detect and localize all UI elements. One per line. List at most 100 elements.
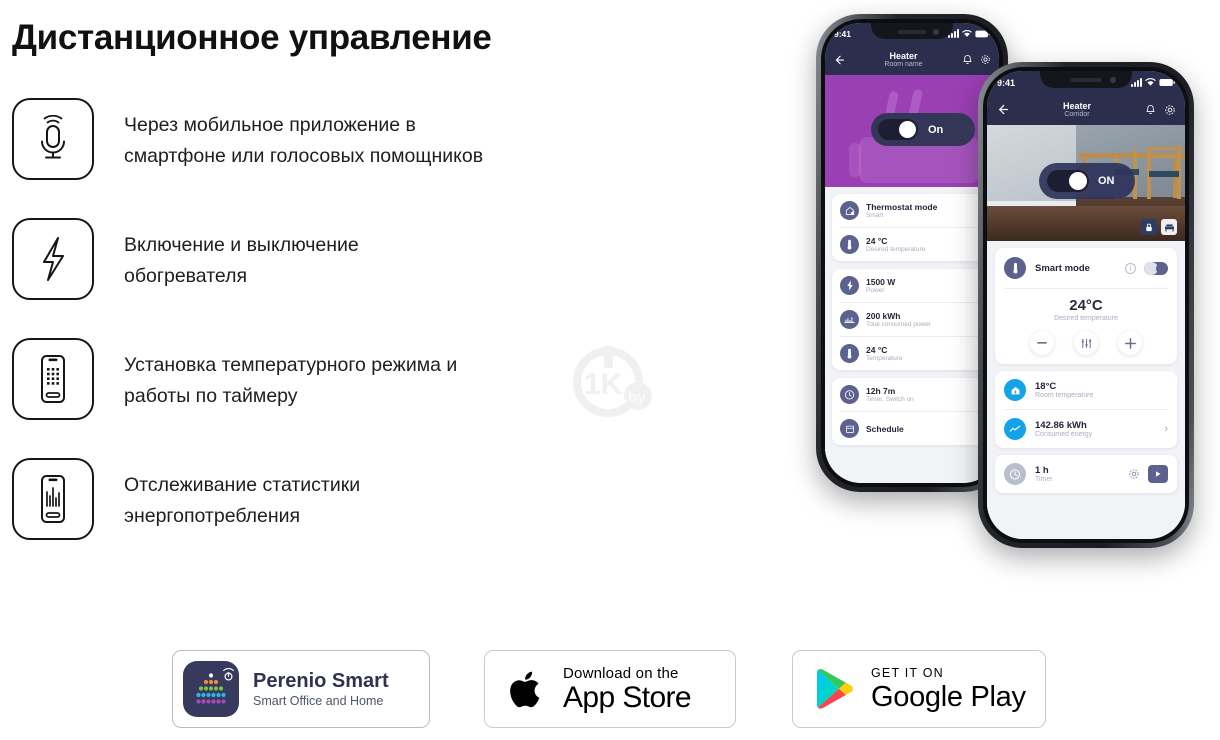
feature-line: смартфоне или голосовых помощников <box>124 145 484 167</box>
perenio-title: Perenio Smart <box>253 669 389 692</box>
row-value: Schedule <box>866 423 904 434</box>
play-icon[interactable] <box>1148 465 1168 483</box>
bell-icon[interactable] <box>1145 104 1156 115</box>
feature-line: Отслеживание статистики <box>124 474 361 496</box>
microphone-icon <box>12 98 94 180</box>
list-item[interactable]: 18°C Room temperature <box>995 371 1177 409</box>
feature-line: обогревателя <box>124 265 248 287</box>
info-icon[interactable]: i <box>1125 262 1136 274</box>
row-value: 1500 W <box>866 277 896 287</box>
gear-icon[interactable] <box>1128 468 1140 480</box>
smart-mode-label: Smart mode <box>1035 262 1090 274</box>
minus-icon[interactable] <box>1030 331 1054 355</box>
plus-icon[interactable] <box>1118 331 1142 355</box>
timer-card: 1 h Timer <box>995 455 1177 493</box>
feature-item-statistics: Отслеживание статистики энергопотреблени… <box>12 458 612 578</box>
lightning-bolt-icon <box>12 218 94 300</box>
row-subtitle: Consumed energy <box>1035 431 1093 438</box>
back-arrow-icon[interactable] <box>996 103 1009 116</box>
power-toggle[interactable]: On <box>871 113 975 146</box>
list-item[interactable]: Thermostat mode Smart <box>832 194 992 227</box>
toggle-label: ON <box>1098 175 1115 187</box>
timer-icon <box>1004 463 1026 485</box>
feature-item-temperature-timer: Установка температурного режима и работы… <box>12 338 612 458</box>
list-item[interactable]: 200 kWh Total consumed power <box>832 303 992 336</box>
wifi-icon <box>962 29 972 37</box>
row-subtitle: Timer, Switch on <box>866 396 914 403</box>
battery-icon <box>975 30 990 37</box>
smart-mode-switch[interactable] <box>1144 261 1168 275</box>
list-item[interactable]: 12h 7m Timer, Switch on <box>832 378 992 411</box>
list-item[interactable]: 1500 W Power <box>832 269 992 302</box>
power-toggle[interactable]: ON <box>1039 163 1135 199</box>
row-subtitle: Desired temperature <box>866 246 926 253</box>
timer-row[interactable]: 1 h Timer <box>995 455 1177 493</box>
google-play-label: Google Play <box>871 680 1026 713</box>
furniture-icon[interactable] <box>1161 219 1177 235</box>
apple-logo-icon <box>510 671 540 708</box>
chevron-right-icon[interactable]: › <box>1164 423 1168 435</box>
lock-icon[interactable] <box>1141 219 1157 235</box>
energy-chart-icon <box>1004 418 1026 440</box>
row-value: 1 h <box>1035 465 1049 476</box>
list-item[interactable]: 142.86 kWh Consumed energy › <box>995 410 1177 448</box>
perenio-smart-badge[interactable]: Perenio Smart Smart Office and Home <box>172 650 430 728</box>
status-time: 9:41 <box>997 77 1016 88</box>
feature-line: Включение и выключение <box>124 234 359 256</box>
status-time: 9:41 <box>834 28 852 39</box>
room-photo: ON <box>987 125 1185 241</box>
feature-line: работы по таймеру <box>124 385 298 407</box>
gear-icon[interactable] <box>980 54 991 65</box>
signal-bars-icon <box>948 29 959 38</box>
gear-icon[interactable] <box>1164 104 1176 116</box>
row-value: Thermostat mode <box>866 202 938 212</box>
row-value: 142.86 kWh <box>1035 420 1087 431</box>
feature-text: Отслеживание статистики энергопотреблени… <box>124 470 360 532</box>
nav-subtitle: Room name <box>884 61 923 68</box>
nav-subtitle: Corridor <box>1064 111 1090 118</box>
back-arrow-icon[interactable] <box>833 54 845 66</box>
list-item[interactable]: 24 °C Temperature <box>832 337 992 370</box>
google-play-badge[interactable]: GET IT ON Google Play <box>792 650 1046 728</box>
list-item[interactable]: 24 °C Desired temperature <box>832 228 992 261</box>
smart-mode-card: Smart mode i 24°C Desired temperature <box>995 248 1177 364</box>
wifi-icon <box>1145 78 1156 86</box>
feature-line: Установка температурного режима и <box>124 354 458 376</box>
stepper-controls <box>995 331 1177 355</box>
info-rows-card: 18°C Room temperature 142.86 kWh Consume… <box>995 371 1177 448</box>
row-value: 12h 7m <box>866 386 896 396</box>
app-store-small-label: Download on the <box>563 664 679 682</box>
row-value: 200 kWh <box>866 311 901 321</box>
back-phone-list: Thermostat mode Smart 24 °C Desired temp… <box>825 187 999 483</box>
smart-mode-row[interactable]: Smart mode i <box>995 248 1177 288</box>
home-temperature-icon <box>1004 379 1026 401</box>
svg-text:.by: .by <box>624 389 646 406</box>
list-item[interactable]: Schedule <box>832 412 992 445</box>
battery-icon <box>1159 78 1175 87</box>
thermometer-icon <box>1004 257 1026 279</box>
feature-item-voice: Через мобильное приложение в смартфоне и… <box>12 98 612 218</box>
feature-line: энергопотребления <box>124 505 301 527</box>
bell-icon[interactable] <box>962 54 973 65</box>
back-phone-hero: On <box>825 75 999 187</box>
google-play-logo-icon <box>817 668 853 709</box>
back-phone-header: 9:41 Heater Room name <box>825 23 999 75</box>
list-group: 12h 7m Timer, Switch on Schedule <box>832 378 992 445</box>
row-subtitle: Temperature <box>866 355 903 362</box>
sliders-icon[interactable] <box>1074 331 1098 355</box>
energy-meter-icon <box>840 310 859 329</box>
feature-text: Через мобильное приложение в смартфоне и… <box>124 110 483 172</box>
thermometer-icon <box>840 344 859 363</box>
google-play-small-label: GET IT ON <box>871 665 944 680</box>
app-store-badge[interactable]: Download on the App Store <box>484 650 736 728</box>
promo-page: Дистанционное управление Через мобильное… <box>0 0 1220 740</box>
feature-text: Установка температурного режима и работы… <box>124 350 457 412</box>
phone-mockup-front: 9:41 Heater Corridor ON Smart mode i 24°… <box>978 62 1194 548</box>
front-phone-header: 9:41 Heater Corridor <box>987 71 1185 125</box>
row-subtitle: Timer <box>1035 476 1053 483</box>
feature-line: Через мобильное приложение в <box>124 114 416 136</box>
row-value: 18°C <box>1035 381 1057 392</box>
signal-bars-icon <box>1131 78 1142 87</box>
store-badges: Perenio Smart Smart Office and Home Down… <box>0 650 1060 730</box>
timer-icon <box>840 385 859 404</box>
